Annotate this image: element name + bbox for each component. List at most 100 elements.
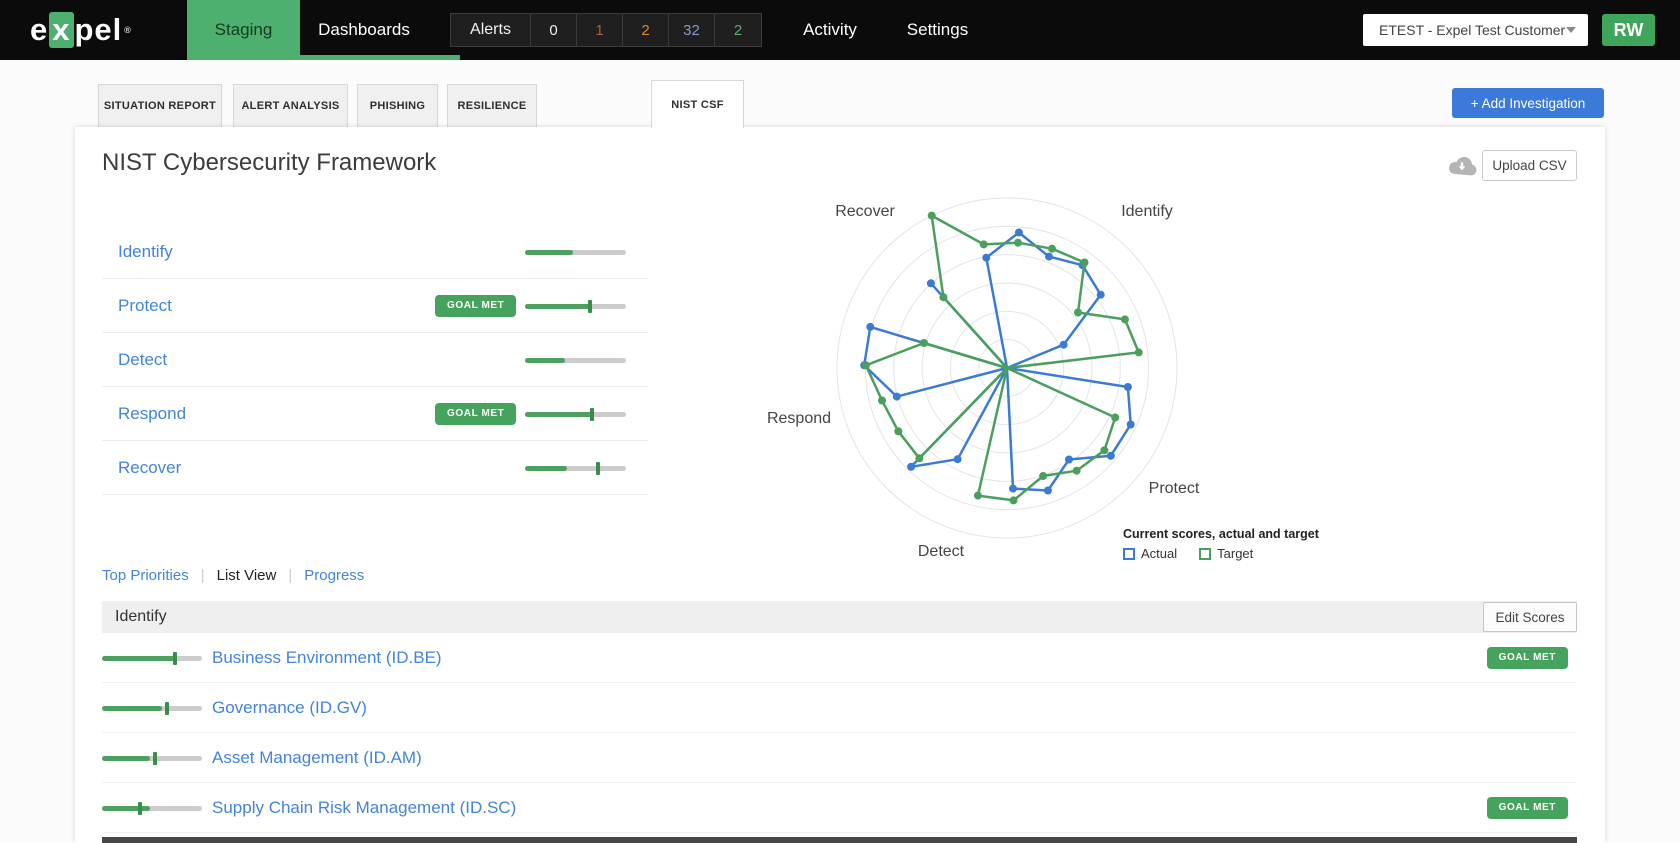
tab-resilience[interactable]: RESILIENCE xyxy=(447,84,537,127)
radar-point xyxy=(1100,446,1109,455)
subcategory-link[interactable]: Governance (ID.GV) xyxy=(212,698,367,718)
page-title: NIST Cybersecurity Framework xyxy=(102,149,437,176)
function-row: Recover xyxy=(102,441,648,495)
legend-label: Actual xyxy=(1141,546,1178,561)
radar-point xyxy=(892,392,901,401)
target-marker xyxy=(589,407,594,421)
function-row: Detect xyxy=(102,333,648,387)
section-title: Identify xyxy=(115,608,167,625)
radar-point xyxy=(907,462,916,471)
radar-point xyxy=(866,322,875,331)
score-fill xyxy=(102,755,150,761)
score-fill xyxy=(102,655,175,661)
alert-count[interactable]: 0 xyxy=(531,14,577,46)
goal-met-badge: GOAL MET xyxy=(435,294,517,317)
alerts-label[interactable]: Alerts xyxy=(451,14,531,46)
role-badge-rw[interactable]: RW xyxy=(1602,14,1655,46)
alert-counts: 0 1 2 32 2 xyxy=(531,14,761,46)
radar-axis-label-detect: Detect xyxy=(917,543,965,560)
function-link[interactable]: Identify xyxy=(118,242,173,262)
radar-point xyxy=(1074,308,1082,317)
score-slider xyxy=(525,249,626,255)
subcategory-row: Asset Management (ID.AM) xyxy=(102,733,1577,783)
nav-item-dashboards[interactable]: Dashboards xyxy=(268,0,460,60)
legend-label: Target xyxy=(1217,546,1254,561)
radar-point xyxy=(926,279,935,288)
score-slider xyxy=(102,801,202,815)
legend-item-actual: Actual xyxy=(1123,546,1177,561)
subcategory-row: Business Environment (ID.BE) GOAL MET xyxy=(102,633,1577,683)
radar-point xyxy=(1043,486,1052,495)
subcategory-link[interactable]: Supply Chain Risk Management (ID.SC) xyxy=(212,798,516,818)
subcategory-link[interactable]: Business Environment (ID.BE) xyxy=(212,648,442,668)
view-link-list-view[interactable]: List View xyxy=(217,567,277,584)
function-link[interactable]: Respond xyxy=(118,404,186,424)
radar-point xyxy=(953,455,962,464)
function-link[interactable]: Recover xyxy=(118,458,181,478)
radar-chart xyxy=(836,197,1178,539)
radar-point xyxy=(1045,252,1053,261)
chart-legend: Actual Target xyxy=(1123,546,1253,561)
legend-item-target: Target xyxy=(1199,546,1253,561)
goal-met-badge: GOAL MET xyxy=(435,402,517,425)
alert-count[interactable]: 2 xyxy=(623,14,669,46)
score-fill xyxy=(525,303,590,309)
tab-situation-report[interactable]: SITUATION REPORT xyxy=(98,84,222,127)
nist-csf-panel: NIST Cybersecurity Framework Upload CSV … xyxy=(75,127,1605,843)
alert-count[interactable]: 2 xyxy=(715,14,761,46)
tab-alert-analysis[interactable]: ALERT ANALYSIS xyxy=(233,84,348,127)
radar-point xyxy=(915,454,924,463)
add-investigation-button[interactable]: + Add Investigation xyxy=(1452,88,1604,118)
next-section-peek xyxy=(102,837,1577,843)
function-link[interactable]: Detect xyxy=(118,350,167,370)
radar-point xyxy=(939,293,948,302)
radar-point xyxy=(927,211,936,220)
upload-csv-button[interactable]: Upload CSV xyxy=(1482,150,1577,181)
view-link-top-priorities[interactable]: Top Priorities xyxy=(102,567,189,584)
radar-point xyxy=(1120,315,1129,324)
score-fill xyxy=(525,411,592,417)
score-slider xyxy=(102,701,202,715)
tab-nist-csf[interactable]: NIST CSF xyxy=(651,80,744,128)
radar-point xyxy=(1080,258,1089,267)
nav-item-settings[interactable]: Settings xyxy=(885,0,990,60)
radar-point xyxy=(1134,348,1143,357)
expel-logo[interactable]: e x pel ® xyxy=(30,0,132,60)
function-score-list: Identify Protect GOAL MET Detect Respond GOAL… xyxy=(102,225,648,495)
function-link[interactable]: Protect xyxy=(118,296,172,316)
legend-swatch xyxy=(1123,547,1135,560)
view-link-progress[interactable]: Progress xyxy=(304,567,364,584)
logo-x-icon: x xyxy=(49,12,74,48)
radar-point xyxy=(1065,455,1073,464)
score-slider xyxy=(525,461,626,475)
radar-point xyxy=(861,361,870,370)
score-fill xyxy=(525,249,574,255)
radar-point xyxy=(920,339,928,347)
alert-count[interactable]: 1 xyxy=(577,14,623,46)
subcategory-row: Governance (ID.GV) xyxy=(102,683,1577,733)
radar-axis-label-recover: Recover xyxy=(835,203,895,220)
chart-legend-title: Current scores, actual and target xyxy=(1123,527,1319,541)
radar-point xyxy=(1014,238,1022,247)
subcategory-row: Supply Chain Risk Management (ID.SC) GOAL… xyxy=(102,783,1577,833)
view-separator: | xyxy=(200,567,205,584)
radar-point xyxy=(1111,413,1120,422)
score-fill xyxy=(525,357,566,363)
tab-phishing[interactable]: PHISHING xyxy=(357,84,438,127)
target-marker xyxy=(138,801,142,815)
score-fill xyxy=(525,465,568,471)
cloud-download-icon[interactable] xyxy=(1447,154,1477,176)
target-marker xyxy=(173,651,177,665)
nav-item-activity[interactable]: Activity xyxy=(780,0,880,60)
function-row: Identify xyxy=(102,225,648,279)
score-slider xyxy=(525,299,626,313)
logo-text: e xyxy=(30,12,49,47)
radar-point xyxy=(982,253,991,262)
chevron-down-icon xyxy=(1566,27,1576,33)
customer-selector[interactable]: ETEST - Expel Test Customer xyxy=(1363,14,1588,46)
subcategory-link[interactable]: Asset Management (ID.AM) xyxy=(212,748,422,768)
alert-count[interactable]: 32 xyxy=(669,14,715,46)
top-nav: e x pel ® Staging Dashboards Alerts 0 1 2 32 2 … xyxy=(0,0,1680,60)
radar-point xyxy=(894,427,903,436)
edit-scores-button[interactable]: Edit Scores xyxy=(1483,602,1577,632)
